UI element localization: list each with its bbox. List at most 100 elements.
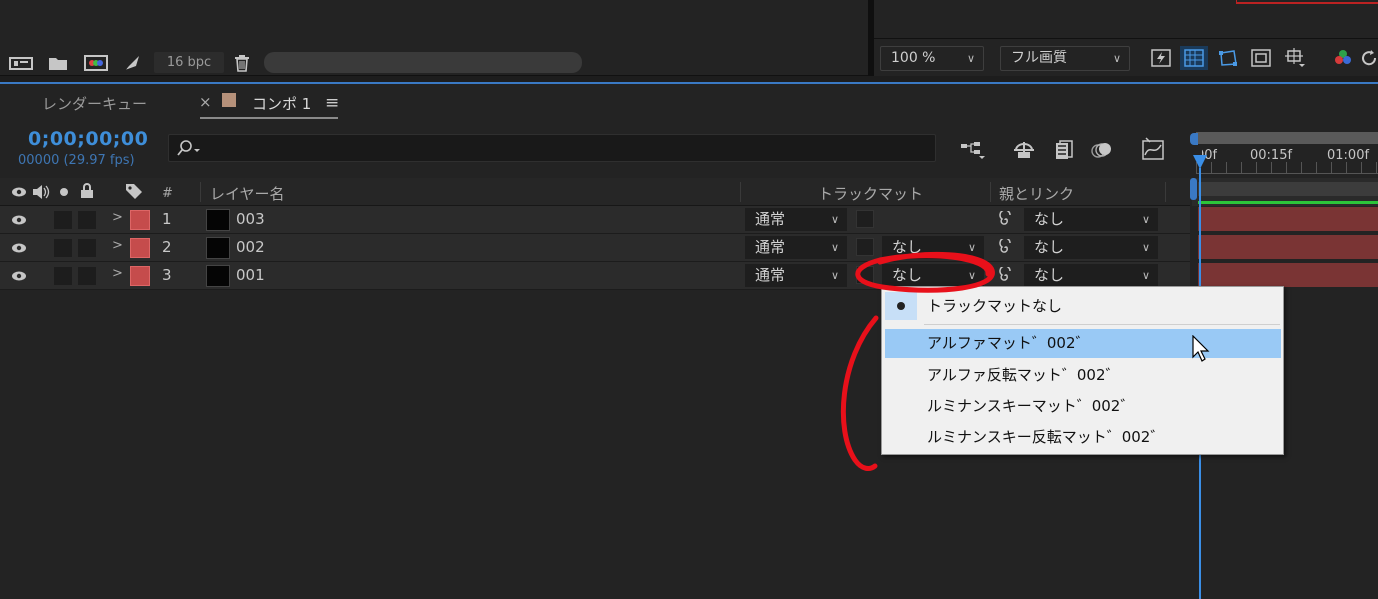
color-channels-icon[interactable] — [1328, 46, 1358, 70]
parent-value: なし — [1034, 238, 1065, 256]
parent-value: なし — [1034, 266, 1065, 284]
solo-switch[interactable] — [54, 211, 72, 229]
tab-render-queue[interactable]: レンダーキュー — [42, 93, 147, 114]
time-navigator-start-handle[interactable] — [1190, 133, 1198, 145]
blend-mode-dropdown[interactable]: 通常 ∨ — [745, 236, 847, 259]
region-of-interest-icon[interactable] — [1248, 46, 1274, 70]
draft-3d-icon[interactable] — [1010, 138, 1038, 162]
comp-flowchart-icon[interactable] — [958, 138, 988, 162]
menu-item-alpha-inverted-matte[interactable]: アルファ反転マット゛002゛ — [885, 361, 1281, 390]
tab-comp-1[interactable]: コンポ 1 — [252, 93, 311, 114]
solo-column-icon — [56, 183, 72, 201]
layer-name[interactable]: 002 — [236, 238, 265, 256]
eye-icon[interactable] — [10, 239, 28, 257]
lock-switch[interactable] — [78, 211, 96, 229]
fast-preview-icon[interactable] — [1148, 46, 1174, 70]
expand-chevron-icon[interactable]: > — [112, 210, 123, 225]
zoom-dropdown[interactable]: 100 % ∨ — [880, 46, 984, 71]
menu-item-luma-matte[interactable]: ルミナンスキーマット゛002゛ — [885, 392, 1281, 421]
eye-icon[interactable] — [10, 211, 28, 229]
resolution-value: フル画質 — [1011, 50, 1067, 66]
pick-whip-icon[interactable] — [996, 266, 1016, 286]
expand-chevron-icon[interactable]: > — [112, 266, 123, 281]
parent-dropdown[interactable]: なし ∨ — [1024, 264, 1158, 287]
label-column-tag-icon — [124, 182, 144, 200]
preserve-transparency-switch[interactable] — [856, 238, 874, 256]
track-matte-dropdown[interactable]: なし ∨ — [882, 264, 984, 287]
solo-switch[interactable] — [54, 267, 72, 285]
layer-name-column-header[interactable]: レイヤー名 — [210, 183, 285, 204]
ruler-tick-label: 00:15f — [1250, 148, 1293, 163]
ruler-tick-marks — [1196, 162, 1378, 174]
blend-mode-dropdown[interactable]: 通常 ∨ — [745, 264, 847, 287]
layer-label-color[interactable] — [130, 210, 150, 230]
pick-whip-icon[interactable] — [996, 238, 1016, 258]
parent-dropdown[interactable]: なし ∨ — [1024, 208, 1158, 231]
eye-icon[interactable] — [10, 267, 28, 285]
motion-blur-icon[interactable] — [1088, 138, 1116, 162]
expand-chevron-icon[interactable]: > — [112, 238, 123, 253]
layer-number: 3 — [162, 266, 172, 284]
panel-menu-icon[interactable]: ≡ — [325, 93, 339, 113]
transparency-grid-icon[interactable] — [1180, 46, 1208, 70]
layer-label-color[interactable] — [130, 238, 150, 258]
resolution-dropdown[interactable]: フル画質 ∨ — [1000, 46, 1130, 71]
timeline-left-handle[interactable] — [1190, 178, 1197, 200]
preserve-transparency-switch[interactable] — [856, 210, 874, 228]
current-time-display[interactable]: 0;00;00;00 — [28, 128, 148, 150]
layer-name[interactable]: 001 — [236, 266, 265, 284]
chevron-down-icon: ∨ — [1141, 269, 1150, 282]
active-tab-underline — [200, 117, 338, 119]
new-composition-icon[interactable] — [82, 52, 110, 74]
layer-row[interactable]: > 1 003 通常 ∨ なし ∨ — [0, 206, 1190, 234]
chevron-down-icon: ∨ — [966, 52, 975, 65]
ruler-tick-label: 01:00f — [1327, 148, 1370, 163]
column-divider[interactable] — [990, 182, 991, 202]
render-flow-icon[interactable] — [120, 52, 144, 74]
track-matte-dropdown[interactable]: なし ∨ — [882, 236, 984, 259]
blend-mode-dropdown[interactable]: 通常 ∨ — [745, 208, 847, 231]
new-folder-icon[interactable] — [46, 52, 70, 74]
layer-row[interactable]: > 2 002 通常 ∨ なし ∨ なし ∨ — [0, 234, 1190, 262]
layer-thumbnail — [206, 209, 230, 231]
layer-bar-3[interactable] — [1198, 263, 1378, 287]
frame-blending-icon[interactable] — [1050, 138, 1078, 162]
menu-item-no-track-matte[interactable]: トラックマットなし — [885, 292, 1281, 321]
blend-mode-value: 通常 — [755, 210, 786, 228]
frame-rate-info: 00000 (29.97 fps) — [18, 153, 135, 168]
lock-switch[interactable] — [78, 267, 96, 285]
solo-switch[interactable] — [54, 239, 72, 257]
layer-bar-2[interactable] — [1198, 235, 1378, 259]
video-visibility-column-icon — [10, 183, 28, 201]
layer-label-color[interactable] — [130, 266, 150, 286]
mouse-cursor-icon — [1192, 335, 1210, 362]
menu-item-luma-inverted-matte[interactable]: ルミナンスキー反転マット゛002゛ — [885, 423, 1281, 452]
lock-switch[interactable] — [78, 239, 96, 257]
column-divider[interactable] — [1165, 182, 1166, 202]
mask-visibility-icon[interactable] — [1214, 46, 1242, 70]
column-divider[interactable] — [740, 182, 741, 202]
layer-search-input[interactable] — [168, 134, 936, 162]
work-area-bar[interactable] — [1196, 132, 1378, 144]
chevron-down-icon: ∨ — [967, 241, 976, 254]
chevron-down-icon: ∨ — [967, 269, 976, 282]
toolbar-separator — [874, 38, 1378, 39]
preserve-transparency-switch[interactable] — [856, 266, 874, 284]
layer-bar-1[interactable] — [1198, 207, 1378, 231]
reset-exposure-icon[interactable] — [1360, 46, 1378, 70]
horizontal-scrollbar[interactable] — [264, 52, 582, 73]
pick-whip-icon[interactable] — [996, 210, 1016, 230]
graph-editor-icon[interactable] — [1138, 136, 1168, 162]
current-time-indicator-head[interactable] — [1193, 155, 1207, 169]
layer-thumbnail — [206, 265, 230, 287]
parent-dropdown[interactable]: なし ∨ — [1024, 236, 1158, 259]
column-divider[interactable] — [200, 182, 201, 202]
layer-name[interactable]: 003 — [236, 210, 265, 228]
bit-depth-button[interactable]: 16 bpc — [154, 52, 224, 73]
blend-mode-value: 通常 — [755, 266, 786, 284]
trash-icon[interactable] — [231, 52, 253, 74]
close-tab-icon[interactable]: × — [199, 93, 212, 111]
menu-item-alpha-matte[interactable]: アルファマット゛002゛ — [885, 329, 1281, 358]
guides-options-icon[interactable] — [1280, 46, 1310, 70]
interpret-footage-icon[interactable] — [6, 52, 36, 74]
